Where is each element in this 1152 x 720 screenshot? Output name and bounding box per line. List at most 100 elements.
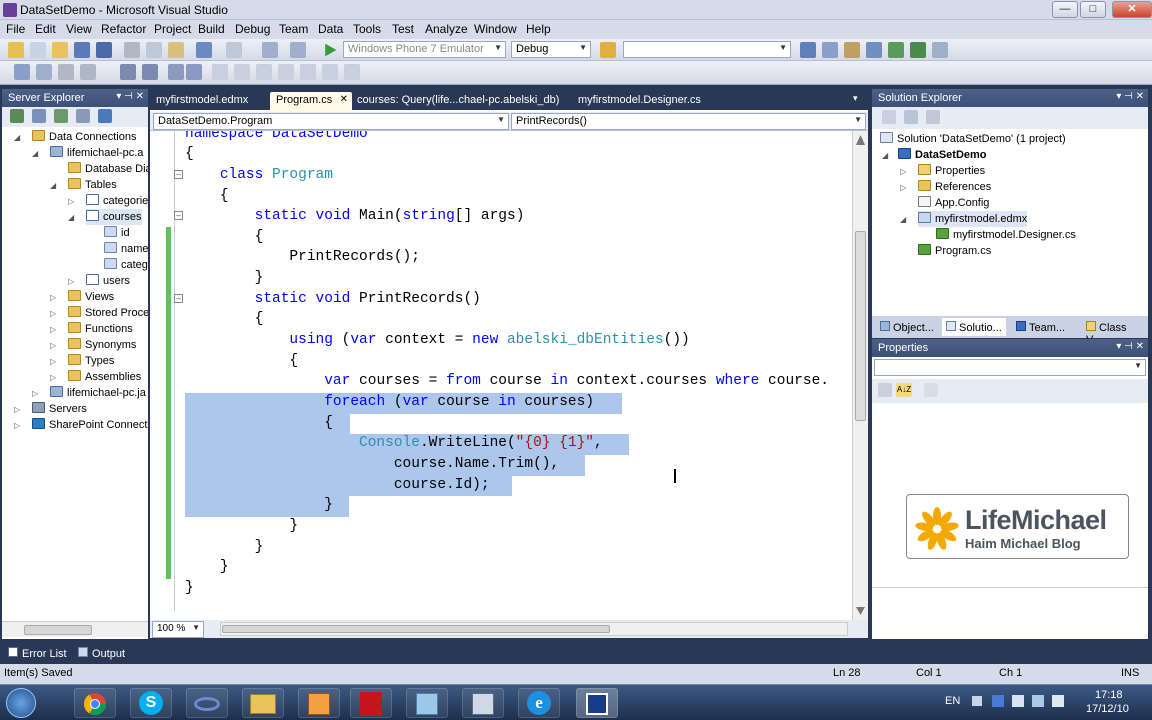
menu-window[interactable]: Window: [474, 22, 517, 36]
save-icon[interactable]: [74, 42, 90, 58]
action-center-icon[interactable]: [1012, 695, 1024, 707]
expand-icon[interactable]: ▷: [50, 357, 56, 366]
connect-to-database-icon[interactable]: [54, 109, 68, 123]
tree-node-column-category[interactable]: categ: [104, 257, 148, 273]
menu-data[interactable]: Data: [318, 22, 343, 36]
tab-output[interactable]: Output: [78, 647, 125, 660]
show-all-files-icon[interactable]: [904, 110, 918, 124]
collapse-icon[interactable]: ◢: [68, 213, 74, 222]
next-bookmark-folder-icon[interactable]: [300, 64, 316, 80]
expand-icon[interactable]: ▷: [50, 373, 56, 382]
tree-node-assemblies[interactable]: Assemblies: [68, 369, 141, 385]
tree-node-servers[interactable]: Servers: [32, 401, 87, 417]
tree-node-tables[interactable]: Tables: [68, 177, 117, 193]
solution-explorer-icon[interactable]: [800, 42, 816, 58]
connect-to-sharepoint-icon[interactable]: [98, 109, 112, 123]
tree-node-solution[interactable]: Solution 'DataSetDemo' (1 project): [880, 131, 1066, 147]
tab-class-view[interactable]: Class V...: [1082, 318, 1148, 346]
start-debugging-icon[interactable]: [325, 43, 337, 57]
tab-overflow-icon[interactable]: ▾: [853, 93, 858, 104]
clock-date[interactable]: 17/12/10: [1086, 703, 1129, 715]
collapse-icon[interactable]: ◢: [14, 133, 20, 142]
find-combo[interactable]: ▼: [623, 41, 791, 58]
complete-word-icon[interactable]: [58, 64, 74, 80]
chrome-taskbar-icon[interactable]: [74, 688, 116, 718]
navigate-back-icon[interactable]: [262, 42, 278, 58]
tree-node-program-cs[interactable]: Program.cs: [918, 243, 991, 259]
connect-to-server-icon[interactable]: [76, 109, 90, 123]
expand-icon[interactable]: ▷: [68, 277, 74, 286]
expand-icon[interactable]: ▷: [50, 293, 56, 302]
menu-build[interactable]: Build: [198, 22, 225, 36]
scroll-thumb[interactable]: [222, 625, 610, 633]
scroll-thumb[interactable]: [24, 625, 92, 635]
language-indicator[interactable]: EN: [945, 695, 960, 707]
code-editor[interactable]: – – – namespace DataSetDemo { class Prog…: [150, 131, 868, 620]
tab-team-explorer[interactable]: Team...: [1012, 318, 1069, 336]
expand-icon[interactable]: ▷: [50, 309, 56, 318]
tree-node-sharepoint[interactable]: SharePoint Connect: [32, 417, 147, 433]
menu-analyze[interactable]: Analyze: [425, 22, 468, 36]
tree-node-properties[interactable]: Properties: [918, 163, 985, 179]
fold-toggle[interactable]: –: [174, 294, 183, 303]
alphabetical-sort-icon[interactable]: A↓Z: [896, 383, 912, 397]
close-button[interactable]: ✕: [1112, 1, 1152, 18]
type-dropdown[interactable]: DataSetDemo.Program ▼: [153, 113, 509, 130]
expand-icon[interactable]: ▷: [32, 389, 38, 398]
copy-icon[interactable]: [146, 42, 162, 58]
object-browser-icon[interactable]: [844, 42, 860, 58]
editor-taskbar-icon[interactable]: [462, 688, 504, 718]
tree-node-edmx[interactable]: myfirstmodel.edmx: [918, 211, 1028, 227]
panel-pin-icon[interactable]: ▾ ⊣ ✕: [116, 91, 144, 102]
tab-object-browser[interactable]: Object...: [876, 318, 938, 336]
collapse-icon[interactable]: ◢: [882, 151, 888, 160]
tree-node-designer-cs[interactable]: myfirstmodel.Designer.cs: [936, 227, 1076, 243]
member-dropdown[interactable]: PrintRecords() ▼: [511, 113, 866, 130]
redo-icon[interactable]: [226, 42, 242, 58]
menu-file[interactable]: File: [6, 22, 25, 36]
expand-icon[interactable]: ▷: [68, 197, 74, 206]
refresh-icon[interactable]: [10, 109, 24, 123]
expand-icon[interactable]: ▷: [50, 341, 56, 350]
property-pages-icon[interactable]: [924, 383, 938, 397]
previous-bookmark-folder-icon[interactable]: [278, 64, 294, 80]
configuration-dropdown[interactable]: Debug ▼: [511, 41, 591, 58]
active-app-taskbar-icon[interactable]: [576, 688, 618, 718]
previous-bookmark-icon[interactable]: [234, 64, 250, 80]
decrease-indent-icon[interactable]: [120, 64, 136, 80]
menu-debug[interactable]: Debug: [235, 22, 270, 36]
properties-window-icon[interactable]: [822, 42, 838, 58]
next-bookmark-icon[interactable]: [256, 64, 272, 80]
save-all-icon[interactable]: [96, 42, 112, 58]
expand-icon[interactable]: ▷: [14, 405, 20, 414]
tree-node-table-users[interactable]: users: [86, 273, 130, 289]
visual-studio-taskbar-icon[interactable]: [186, 688, 228, 718]
tree-node-views[interactable]: Views: [68, 289, 114, 305]
tab-myfirstmodel-edmx[interactable]: myfirstmodel.edmx: [150, 92, 254, 110]
menu-help[interactable]: Help: [526, 22, 551, 36]
bookmark-window-icon[interactable]: [344, 64, 360, 80]
tree-node-connection[interactable]: lifemichael-pc.a: [50, 145, 143, 161]
expand-icon[interactable]: ▷: [50, 325, 56, 334]
tree-node-project[interactable]: DataSetDemo: [898, 147, 987, 163]
scroll-thumb[interactable]: [855, 231, 866, 421]
navigate-forward-icon[interactable]: [290, 42, 306, 58]
toolbox-icon[interactable]: [866, 42, 882, 58]
tree-node-stored-procedures[interactable]: Stored Proce: [68, 305, 148, 321]
collapse-icon[interactable]: ◢: [900, 215, 906, 224]
command-window-icon[interactable]: [932, 42, 948, 58]
add-item-icon[interactable]: [30, 42, 46, 58]
fold-toggle[interactable]: –: [174, 170, 183, 179]
properties-object-dropdown[interactable]: ▼: [874, 359, 1146, 376]
start-button[interactable]: [6, 688, 36, 718]
tab-error-list[interactable]: Error List: [8, 647, 67, 660]
tree-node-data-connections[interactable]: Data Connections: [32, 129, 136, 145]
tab-program-cs[interactable]: Program.cs ✕: [270, 92, 352, 110]
clear-bookmarks-icon[interactable]: [322, 64, 338, 80]
tree-node-functions[interactable]: Functions: [68, 321, 133, 337]
tree-node-synonyms[interactable]: Synonyms: [68, 337, 136, 353]
panel-pin-icon[interactable]: ▾ ⊣ ✕: [1116, 341, 1144, 352]
collapse-icon[interactable]: ◢: [32, 149, 38, 158]
open-file-icon[interactable]: [52, 42, 68, 58]
properties-icon[interactable]: [882, 110, 896, 124]
